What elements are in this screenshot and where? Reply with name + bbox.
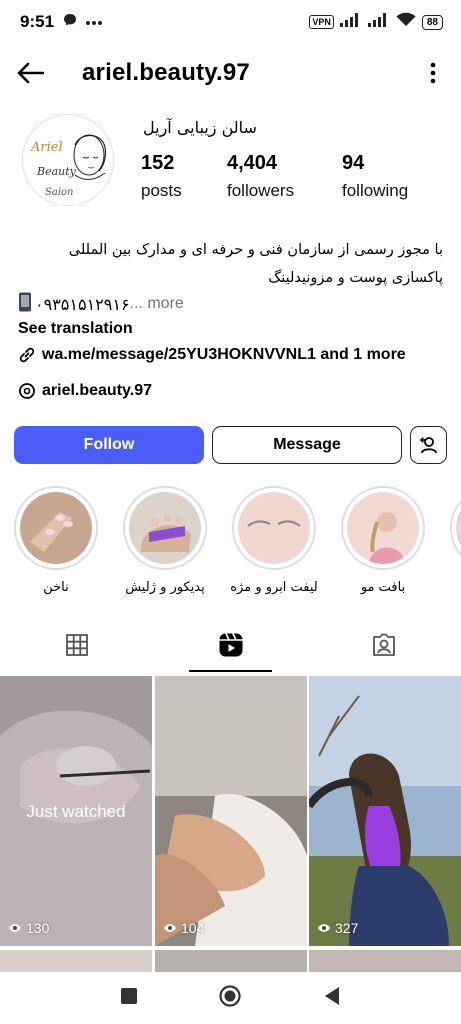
highlight-label: ه <box>448 580 461 595</box>
system-nav-bar <box>0 972 461 1024</box>
highlight-partial[interactable]: ه <box>448 486 461 595</box>
highlight-label: بافت مو <box>360 580 406 595</box>
following-stat[interactable]: 94 following <box>342 152 408 201</box>
followers-count: 4,404 <box>227 152 278 174</box>
follow-button[interactable]: Follow <box>14 426 204 464</box>
suggested-users-button[interactable] <box>410 426 447 464</box>
highlight-nails[interactable]: ناخن <box>12 486 100 595</box>
highlight-label: لیفت ابرو و مژه <box>230 580 318 595</box>
grid-icon <box>65 634 88 656</box>
bio: با مجوز رسمی از سازمان فنی و حرفه ای و م… <box>18 236 443 404</box>
external-link[interactable]: wa.me/message/25YU3HOKNVVNL1 and 1 more <box>18 342 443 368</box>
see-translation-link[interactable]: See translation <box>18 316 443 342</box>
signal-icon-2 <box>367 12 390 32</box>
highlight-brow-lift[interactable]: لیفت ابرو و مژه <box>230 486 318 595</box>
svg-text:Salon: Salon <box>45 187 73 198</box>
status-bar: 9:51 VPN 88 <box>0 0 461 44</box>
wifi-icon <box>396 12 416 32</box>
reel-thumbnail-3[interactable]: 327 <box>309 676 461 946</box>
eye-icon <box>9 924 21 932</box>
tab-tagged[interactable] <box>307 618 461 672</box>
reels-grid: Just watched 130 104 327 <box>0 676 461 966</box>
highlight-hair-braid[interactable]: بافت مو <box>339 486 427 595</box>
link-icon <box>19 347 35 363</box>
highlight-label: ناخن <box>43 580 69 595</box>
chat-notification-icon <box>62 12 78 33</box>
followers-stat[interactable]: 4,404 followers <box>227 152 294 201</box>
arrow-left-icon <box>17 62 44 84</box>
external-link-text: wa.me/message/25YU3HOKNVVNL1 and 1 more <box>42 346 406 363</box>
phone-icon <box>18 292 32 317</box>
reels-icon <box>219 633 242 657</box>
reel-thumbnail-5[interactable] <box>155 950 307 972</box>
posts-stat[interactable]: 152 posts <box>141 152 182 201</box>
story-highlights: ناخن پدیکور و ژلیش لیفت ابرو و مژه بافت … <box>0 486 461 598</box>
tab-posts-grid[interactable] <box>0 618 154 672</box>
posts-label: posts <box>141 181 182 200</box>
tab-reels[interactable] <box>154 618 308 672</box>
highlight-pedicure-image <box>129 492 201 564</box>
view-count: 104 <box>163 920 204 936</box>
following-label: following <box>342 181 409 200</box>
bio-phone: ۰۹۳۵۱۵۱۲۹۱۶ <box>35 294 130 314</box>
more-vertical-icon <box>430 62 436 84</box>
more-notifications-icon <box>86 13 103 31</box>
content-tabs <box>0 618 461 672</box>
display-name: سالن زیبایی آریل <box>143 118 257 137</box>
following-count: 94 <box>342 152 365 174</box>
vpn-icon: VPN <box>309 15 334 29</box>
highlight-partial-image <box>456 492 461 564</box>
message-button[interactable]: Message <box>212 426 402 464</box>
followers-label: followers <box>227 181 295 200</box>
bio-line-2: پاکسازی پوست و مزونیدلینگ <box>268 270 443 286</box>
threads-link[interactable]: ariel.beauty.97 <box>18 378 443 404</box>
tagged-user-icon <box>373 633 396 656</box>
eye-icon <box>164 924 176 932</box>
home-button[interactable] <box>218 984 242 1013</box>
reel-thumbnail-1[interactable]: Just watched 130 <box>0 676 152 946</box>
triangle-back-icon <box>324 986 339 1005</box>
svg-text:Ariel: Ariel <box>30 140 63 155</box>
view-count: 130 <box>8 920 49 936</box>
view-count: 327 <box>317 920 358 936</box>
status-time: 9:51 <box>20 12 55 31</box>
add-user-icon <box>419 437 437 454</box>
highlight-pedicure[interactable]: پدیکور و ژلیش <box>121 486 209 595</box>
back-button[interactable] <box>16 55 52 91</box>
svg-text:Beauty: Beauty <box>36 165 77 178</box>
bio-more-link[interactable]: ... more <box>130 295 184 313</box>
posts-count: 152 <box>141 152 175 174</box>
recent-apps-button[interactable] <box>120 987 138 1010</box>
reel-thumbnail-6[interactable] <box>309 950 461 972</box>
threads-username: ariel.beauty.97 <box>42 382 152 399</box>
top-bar: ariel.beauty.97 <box>0 50 461 96</box>
signal-icon <box>339 12 362 32</box>
salon-logo: Ariel Beauty Salon <box>23 115 113 205</box>
reel-thumbnail-2[interactable]: 104 <box>155 676 307 946</box>
profile-username: ariel.beauty.97 <box>82 59 250 86</box>
highlight-label: پدیکور و ژلیش <box>125 580 205 595</box>
battery-icon: 88 <box>421 14 443 30</box>
circle-icon <box>219 984 242 1007</box>
reel-thumbnail-4[interactable] <box>0 950 152 972</box>
profile-avatar[interactable]: Ariel Beauty Salon <box>22 114 114 206</box>
bio-phone-row: ۰۹۳۵۱۵۱۲۹۱۶ ... more <box>18 292 443 316</box>
square-icon <box>121 987 138 1004</box>
highlight-hair-braid-image <box>347 492 419 564</box>
highlight-nails-image <box>20 492 92 564</box>
eye-icon <box>318 924 330 932</box>
bio-line-1: با مجوز رسمی از سازمان فنی و حرفه ای و م… <box>68 242 443 258</box>
highlight-brow-lift-image <box>238 492 310 564</box>
options-menu-button[interactable] <box>421 55 445 91</box>
threads-icon <box>19 383 35 399</box>
back-nav-button[interactable] <box>323 986 341 1011</box>
just-watched-label: Just watched <box>26 802 126 821</box>
